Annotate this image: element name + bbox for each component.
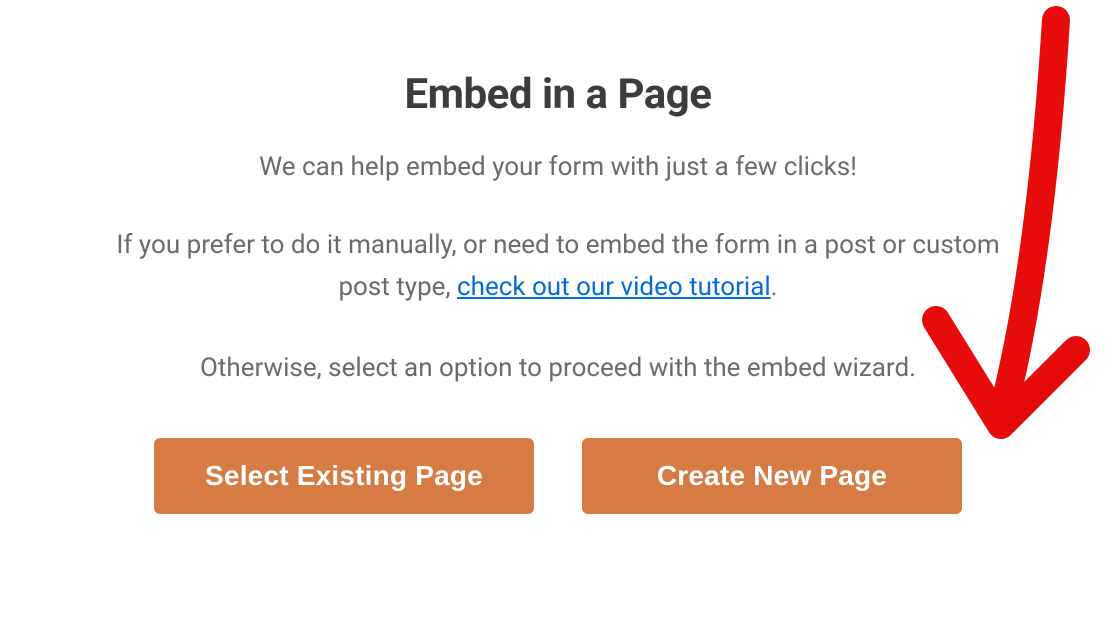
button-row: Select Existing Page Create New Page: [100, 438, 1016, 514]
modal-title: Embed in a Page: [100, 70, 1016, 119]
modal-paragraph: If you prefer to do it manually, or need…: [100, 225, 1016, 308]
video-tutorial-link[interactable]: check out our video tutorial: [457, 272, 771, 302]
select-existing-page-button[interactable]: Select Existing Page: [154, 438, 534, 514]
embed-modal: Embed in a Page We can help embed your f…: [0, 0, 1116, 554]
modal-footer: Otherwise, select an option to proceed w…: [100, 349, 1016, 388]
paragraph-suffix: .: [771, 272, 778, 302]
create-new-page-button[interactable]: Create New Page: [582, 438, 962, 514]
modal-subtitle: We can help embed your form with just a …: [100, 149, 1016, 185]
